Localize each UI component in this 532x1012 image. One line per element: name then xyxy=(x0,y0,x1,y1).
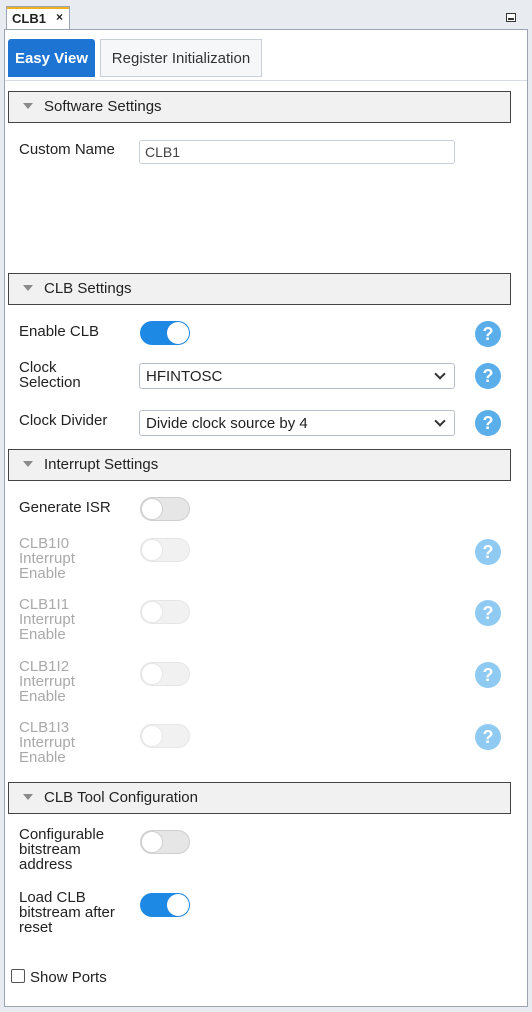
custom-name-input[interactable] xyxy=(139,140,455,164)
clb1-document-tab[interactable]: CLB1 × xyxy=(6,6,70,29)
show-ports-label[interactable]: Show Ports xyxy=(30,970,107,985)
collapse-triangle-icon xyxy=(23,794,33,800)
help-icon[interactable]: ? xyxy=(475,363,501,389)
toggle-knob xyxy=(141,831,163,853)
custom-name-label: Custom Name xyxy=(19,141,115,158)
section-title: CLB Settings xyxy=(44,280,132,297)
generate-isr-toggle[interactable] xyxy=(140,497,190,521)
toggle-knob xyxy=(167,894,189,916)
tab-register-initialization[interactable]: Register Initialization xyxy=(100,39,262,77)
collapse-triangle-icon xyxy=(23,461,33,467)
section-interrupt-settings[interactable]: Interrupt Settings xyxy=(8,449,511,481)
clock-selection-label: Clock Selection xyxy=(19,359,81,391)
help-icon[interactable]: ? xyxy=(475,724,501,750)
enable-clb-toggle[interactable] xyxy=(140,321,190,345)
configurable-bitstream-label: Configurable bitstream address xyxy=(19,826,105,873)
section-title: Interrupt Settings xyxy=(44,456,159,473)
clock-divider-label: Clock Divider xyxy=(19,412,108,429)
configuration-panel: Easy View Register Initialization Softwa… xyxy=(4,29,528,1007)
clb1i0-interrupt-label: CLB1I0 Interrupt Enable xyxy=(19,535,75,582)
toggle-knob xyxy=(141,498,163,520)
help-icon[interactable]: ? xyxy=(475,539,501,565)
toggle-knob xyxy=(141,663,163,685)
clock-selection-select[interactable]: HFINTOSC xyxy=(139,363,455,389)
tab-easy-view[interactable]: Easy View xyxy=(8,39,95,77)
help-icon[interactable]: ? xyxy=(475,662,501,688)
document-tab-title: CLB1 xyxy=(12,11,46,26)
toggle-knob xyxy=(167,322,189,344)
show-ports-checkbox[interactable] xyxy=(11,969,25,983)
document-tabstrip: CLB1 × xyxy=(0,0,532,30)
selected-value: Divide clock source by 4 xyxy=(146,415,308,432)
selected-value: HFINTOSC xyxy=(146,368,223,385)
clock-divider-select[interactable]: Divide clock source by 4 xyxy=(139,410,455,436)
collapse-triangle-icon xyxy=(23,103,33,109)
enable-clb-label: Enable CLB xyxy=(19,323,100,340)
clb1i1-interrupt-toggle[interactable] xyxy=(140,600,190,624)
load-bitstream-toggle[interactable] xyxy=(140,893,190,917)
generate-isr-label: Generate ISR xyxy=(19,499,111,516)
toggle-knob xyxy=(141,601,163,623)
chevron-down-icon xyxy=(434,415,446,427)
clb1i2-interrupt-toggle[interactable] xyxy=(140,662,190,686)
load-bitstream-label: Load CLB bitstream after reset xyxy=(19,889,115,936)
section-clb-tool-configuration[interactable]: CLB Tool Configuration xyxy=(8,782,511,814)
section-title: Software Settings xyxy=(44,98,162,115)
help-icon[interactable]: ? xyxy=(475,321,501,347)
collapse-triangle-icon xyxy=(23,285,33,291)
clb1i1-interrupt-label: CLB1I1 Interrupt Enable xyxy=(19,596,75,643)
clb1i3-interrupt-label: CLB1I3 Interrupt Enable xyxy=(19,719,75,766)
minimize-icon[interactable] xyxy=(506,13,516,22)
section-title: CLB Tool Configuration xyxy=(44,789,198,806)
help-icon[interactable]: ? xyxy=(475,600,501,626)
toggle-knob xyxy=(141,725,163,747)
toggle-knob xyxy=(141,539,163,561)
close-icon[interactable]: × xyxy=(56,10,63,24)
clb1i0-interrupt-toggle[interactable] xyxy=(140,538,190,562)
clb1i3-interrupt-toggle[interactable] xyxy=(140,724,190,748)
section-clb-settings[interactable]: CLB Settings xyxy=(8,273,511,305)
clb1i2-interrupt-label: CLB1I2 Interrupt Enable xyxy=(19,658,75,705)
view-tabs: Easy View Register Initialization xyxy=(5,30,527,81)
configurable-bitstream-toggle[interactable] xyxy=(140,830,190,854)
section-software-settings[interactable]: Software Settings xyxy=(8,91,511,123)
help-icon[interactable]: ? xyxy=(475,410,501,436)
chevron-down-icon xyxy=(434,368,446,380)
